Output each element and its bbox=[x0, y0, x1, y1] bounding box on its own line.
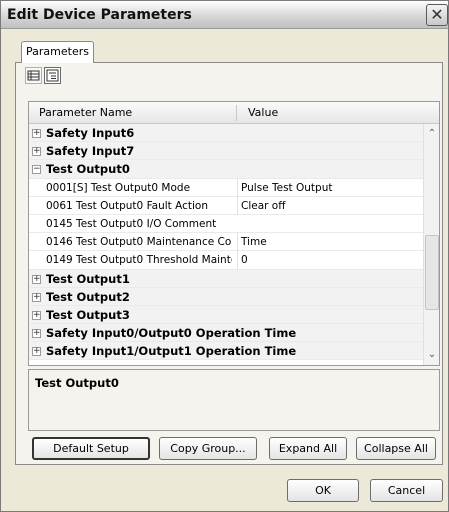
expand-icon[interactable]: + bbox=[32, 274, 41, 284]
expand-icon[interactable]: + bbox=[32, 329, 41, 339]
group-label: Test Output1 bbox=[46, 271, 130, 286]
group-row-safety-input0-output0-operation-time[interactable]: + Safety Input0/Output0 Operation Time bbox=[29, 324, 423, 343]
column-divider[interactable] bbox=[236, 105, 237, 121]
list-view-button[interactable] bbox=[25, 67, 42, 84]
param-name: 0146 Test Output0 Maintenance Cou bbox=[46, 236, 232, 249]
group-label: Safety Input6 bbox=[46, 126, 135, 140]
param-value[interactable]: Clear off bbox=[237, 196, 423, 215]
grid-body: + Safety Input6 + Safety Input7 − Test O… bbox=[29, 124, 423, 365]
copy-group-button[interactable]: Copy Group... bbox=[159, 437, 257, 460]
param-row-test-output0-fault-action[interactable]: 0061 Test Output0 Fault Action Clear off bbox=[29, 196, 423, 215]
close-icon: ✕ bbox=[430, 5, 444, 24]
group-label: Test Output2 bbox=[46, 289, 130, 304]
param-name: 0145 Test Output0 I/O Comment bbox=[46, 217, 217, 230]
expand-icon[interactable]: + bbox=[32, 292, 41, 302]
title-bar: Edit Device Parameters ✕ bbox=[1, 1, 448, 29]
group-label: Safety Input1/Output1 Operation Time bbox=[46, 344, 297, 359]
param-row-test-output0-io-comment[interactable]: 0145 Test Output0 I/O Comment bbox=[29, 215, 423, 234]
group-label: Test Output0 bbox=[46, 162, 130, 177]
expand-icon[interactable]: + bbox=[32, 147, 41, 157]
group-row-test-output1[interactable]: + Test Output1 bbox=[29, 269, 423, 288]
expand-icon[interactable]: + bbox=[32, 310, 41, 320]
cancel-button[interactable]: Cancel bbox=[370, 479, 443, 502]
edit-device-parameters-dialog: Edit Device Parameters ✕ Parameters Para… bbox=[0, 0, 449, 512]
column-header-value[interactable]: Value bbox=[240, 102, 278, 124]
scroll-up-icon[interactable]: ⌃ bbox=[424, 126, 440, 142]
param-value[interactable]: 0 bbox=[237, 251, 423, 270]
group-row-safety-input6[interactable]: + Safety Input6 bbox=[29, 124, 423, 143]
window-title: Edit Device Parameters bbox=[7, 7, 192, 23]
expand-icon[interactable]: + bbox=[32, 129, 41, 138]
parameter-grid: Parameter Name Value + Safety Input6 + S… bbox=[28, 101, 440, 366]
collapse-all-button[interactable]: Collapse All bbox=[356, 437, 436, 460]
group-view-button[interactable] bbox=[44, 67, 61, 84]
default-setup-button[interactable]: Default Setup bbox=[32, 437, 150, 460]
description-panel: Test Output0 bbox=[28, 369, 440, 431]
scrollbar-thumb[interactable] bbox=[425, 235, 439, 310]
group-label: Safety Input7 bbox=[46, 144, 135, 159]
param-row-test-output0-mode[interactable]: 0001[S] Test Output0 Mode Pulse Test Out… bbox=[29, 178, 423, 197]
param-name: 0061 Test Output0 Fault Action bbox=[46, 199, 208, 212]
param-value[interactable]: Pulse Test Output bbox=[237, 178, 423, 197]
param-row-test-output0-threshold-maintenance[interactable]: 0149 Test Output0 Threshold Mainte 0 bbox=[29, 251, 423, 270]
expand-all-button[interactable]: Expand All bbox=[269, 437, 347, 460]
column-header-parameter-name[interactable]: Parameter Name bbox=[31, 102, 132, 124]
vertical-scrollbar[interactable]: ⌃ ⌄ bbox=[423, 124, 439, 365]
tab-parameters[interactable]: Parameters bbox=[21, 41, 94, 63]
ok-button[interactable]: OK bbox=[287, 479, 359, 502]
group-row-test-output3[interactable]: + Test Output3 bbox=[29, 305, 423, 325]
param-row-test-output0-maintenance-counter[interactable]: 0146 Test Output0 Maintenance Cou Time bbox=[29, 233, 423, 252]
param-name: 0001[S] Test Output0 Mode bbox=[46, 181, 191, 194]
group-label: Test Output3 bbox=[46, 307, 130, 322]
close-button[interactable]: ✕ bbox=[426, 4, 448, 26]
description-title: Test Output0 bbox=[35, 376, 119, 390]
param-value[interactable]: Time bbox=[237, 233, 423, 252]
group-row-test-output2[interactable]: + Test Output2 bbox=[29, 287, 423, 306]
param-name: 0149 Test Output0 Threshold Mainte bbox=[46, 254, 232, 267]
list-view-icon bbox=[27, 70, 40, 81]
group-row-safety-input1-output1-operation-time[interactable]: + Safety Input1/Output1 Operation Time bbox=[29, 342, 423, 361]
scroll-down-icon[interactable]: ⌄ bbox=[424, 347, 440, 363]
group-row-test-output0[interactable]: − Test Output0 bbox=[29, 160, 423, 179]
grid-header: Parameter Name Value bbox=[29, 102, 439, 124]
collapse-icon[interactable]: − bbox=[32, 165, 41, 175]
group-view-icon bbox=[46, 69, 59, 82]
expand-icon[interactable]: + bbox=[32, 347, 41, 357]
group-row-safety-input7[interactable]: + Safety Input7 bbox=[29, 142, 423, 161]
group-label: Safety Input0/Output0 Operation Time bbox=[46, 326, 297, 341]
